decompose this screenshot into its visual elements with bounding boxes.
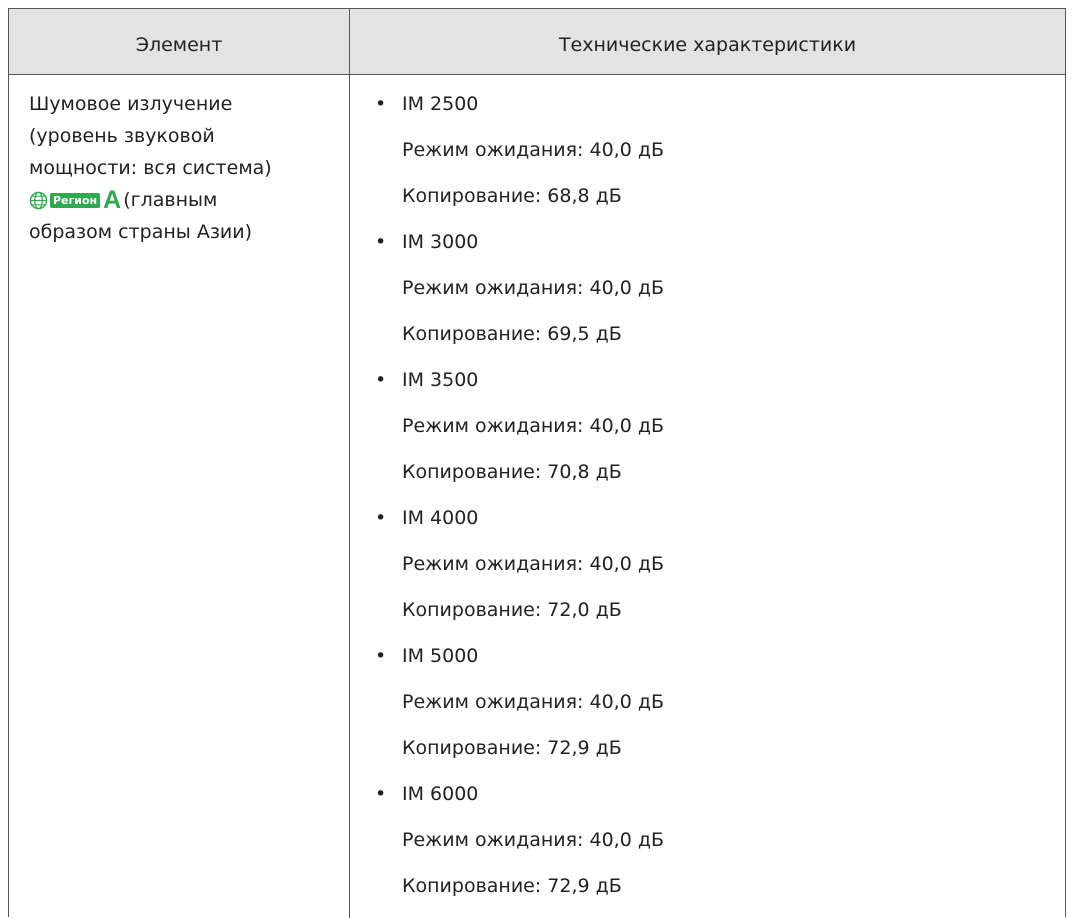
model-line: • IM 2500 (375, 88, 1055, 134)
model-name: IM 2500 (402, 93, 479, 115)
region-suffix: (главным (123, 189, 218, 211)
column-divider (349, 9, 350, 918)
header-item: Элемент (135, 34, 223, 56)
region-letter: A (103, 186, 122, 214)
region-line: Регион A (главным (29, 184, 339, 216)
table-header: Элемент Технические характеристики (9, 9, 1065, 75)
item-line: (уровень звуковой (29, 125, 215, 147)
model-name: IM 6000 (402, 783, 479, 805)
standby-line: Режим ожидания: 40,0 дБ (402, 691, 665, 713)
specifications-cell: • IM 2500 Режим ожидания: 40,0 дБ Копиров… (375, 88, 1055, 916)
bullet: • (375, 507, 387, 529)
model-line: • IM 3500 (375, 364, 1055, 410)
model-line: • IM 3000 (375, 226, 1055, 272)
standby-line: Режим ожидания: 40,0 дБ (402, 139, 665, 161)
item-cell: Шумовое излучение (уровень звуковой мощн… (29, 88, 339, 248)
copying-line: Копирование: 68,8 дБ (402, 185, 622, 207)
globe-icon (29, 191, 48, 209)
model-line: • IM 6000 (375, 778, 1055, 824)
model-block: • IM 2500 Режим ожидания: 40,0 дБ Копиров… (375, 88, 1055, 226)
bullet: • (375, 783, 387, 805)
bullet: • (375, 645, 387, 667)
copying-line: Копирование: 70,8 дБ (402, 461, 622, 483)
standby-line: Режим ожидания: 40,0 дБ (402, 829, 665, 851)
standby-line: Режим ожидания: 40,0 дБ (402, 277, 665, 299)
model-name: IM 4000 (402, 507, 479, 529)
model-block: • IM 3500 Режим ожидания: 40,0 дБ Копиров… (375, 364, 1055, 502)
model-line: • IM 5000 (375, 640, 1055, 686)
copying-line: Копирование: 72,0 дБ (402, 599, 622, 621)
bullet: • (375, 93, 387, 115)
spec-table: Элемент Технические характеристики Шумов… (8, 8, 1066, 918)
header-specifications: Технические характеристики (558, 34, 857, 56)
copying-line: Копирование: 72,9 дБ (402, 875, 622, 897)
model-block: • IM 3000 Режим ожидания: 40,0 дБ Копиров… (375, 226, 1055, 364)
model-name: IM 3000 (402, 231, 479, 253)
standby-line: Режим ожидания: 40,0 дБ (402, 415, 665, 437)
model-line: • IM 4000 (375, 502, 1055, 548)
model-name: IM 5000 (402, 645, 479, 667)
bullet: • (375, 369, 387, 391)
model-block: • IM 6000 Режим ожидания: 40,0 дБ Копиров… (375, 778, 1055, 916)
copying-line: Копирование: 69,5 дБ (402, 323, 622, 345)
model-block: • IM 5000 Режим ожидания: 40,0 дБ Копиров… (375, 640, 1055, 778)
model-block: • IM 4000 Режим ожидания: 40,0 дБ Копиров… (375, 502, 1055, 640)
item-line: образом страны Азии) (29, 221, 253, 243)
copying-line: Копирование: 72,9 дБ (402, 737, 622, 759)
item-line: Шумовое излучение (29, 93, 233, 115)
standby-line: Режим ожидания: 40,0 дБ (402, 553, 665, 575)
region-badge: Регион (50, 192, 101, 208)
item-line: мощности: вся система) (29, 157, 272, 179)
bullet: • (375, 231, 387, 253)
model-name: IM 3500 (402, 369, 479, 391)
